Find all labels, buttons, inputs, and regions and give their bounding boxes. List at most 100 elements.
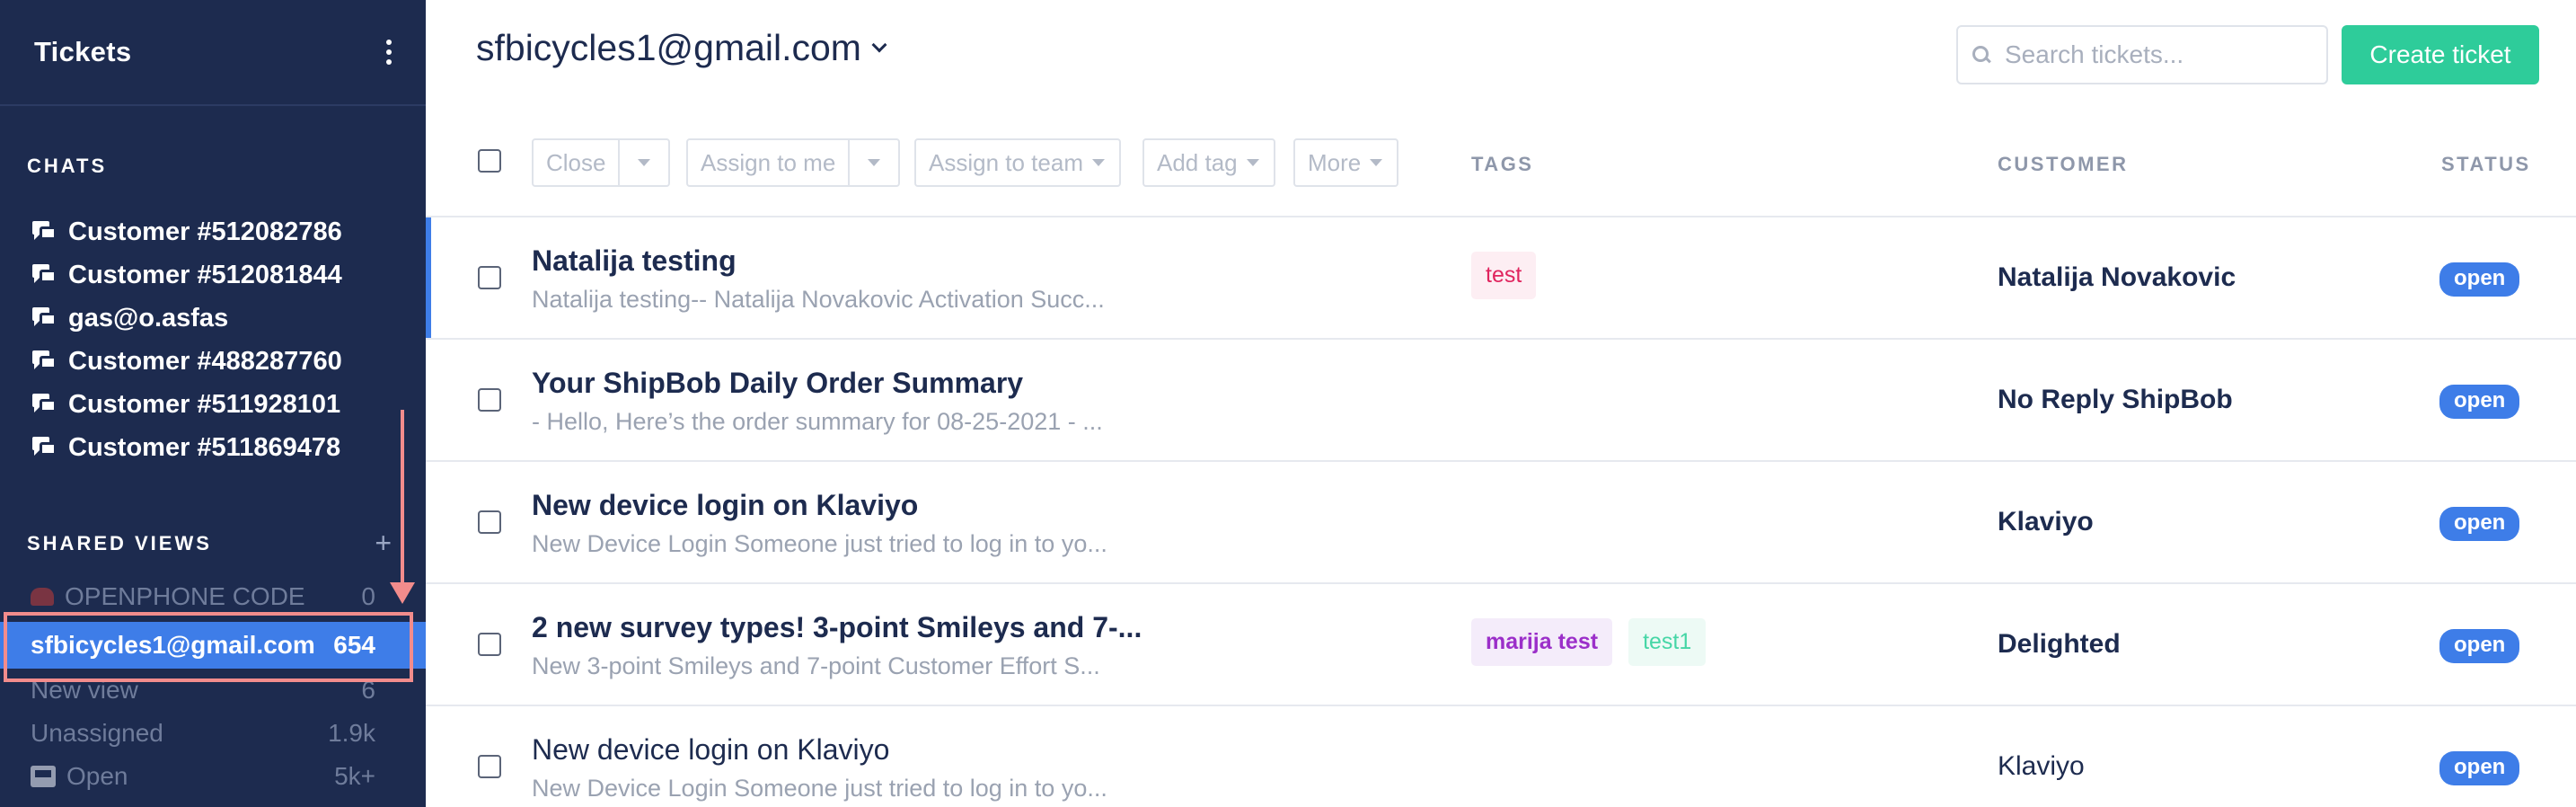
search-input[interactable]	[2005, 40, 2310, 69]
chat-bubble-icon	[32, 264, 57, 286]
ticket-subject[interactable]: Your ShipBob Daily Order Summary	[532, 367, 1023, 400]
ticket-customer[interactable]: Delighted	[1998, 629, 2121, 660]
tag-badge[interactable]: marija test	[1471, 618, 1613, 666]
ticket-customer[interactable]: Klaviyo	[1998, 507, 2094, 537]
chat-item[interactable]: Customer #512081844	[32, 253, 342, 297]
status-badge: open	[2439, 507, 2520, 541]
chat-item-label: Customer #511869478	[68, 432, 341, 462]
view-item-count: 6	[361, 676, 375, 704]
view-item-new-view[interactable]: New view 6	[0, 669, 426, 712]
chat-item[interactable]: Customer #511869478	[32, 426, 342, 469]
view-item-count: 654	[333, 631, 375, 659]
annotation-arrow-head	[390, 582, 415, 604]
sidebar-header: Tickets	[0, 0, 426, 106]
chat-item[interactable]: Customer #488287760	[32, 340, 342, 383]
status-badge: open	[2439, 262, 2520, 297]
assign-options-toggle[interactable]	[848, 140, 898, 185]
chat-bubble-icon	[32, 350, 57, 372]
ticket-tags: marija test test1	[1471, 618, 1707, 666]
more-options-icon[interactable]	[375, 34, 392, 70]
chat-list: Customer #512082786 Customer #512081844 …	[32, 210, 342, 469]
view-item-unassigned[interactable]: Unassigned 1.9k	[0, 712, 426, 755]
column-header-tags[interactable]: TAGS	[1471, 153, 1533, 176]
tag-badge[interactable]: test1	[1628, 618, 1707, 666]
close-button[interactable]: Close	[534, 140, 618, 185]
select-all-checkbox[interactable]	[478, 149, 501, 173]
view-item-sfbicycles[interactable]: sfbicycles1@gmail.com 654	[0, 622, 426, 669]
column-header-customer[interactable]: CUSTOMER	[1998, 153, 2129, 176]
view-item-count: 5k+	[334, 762, 375, 790]
ticket-subject[interactable]: New device login on Klaviyo	[532, 489, 918, 522]
view-item-label: Open	[66, 762, 128, 790]
chat-item[interactable]: Customer #512082786	[32, 210, 342, 253]
ticket-customer[interactable]: Klaviyo	[1998, 751, 2085, 782]
create-ticket-button[interactable]: Create ticket	[2342, 25, 2539, 84]
ticket-customer[interactable]: No Reply ShipBob	[1998, 385, 2233, 415]
row-checkbox[interactable]	[478, 755, 501, 778]
chat-item-label: gas@o.asfas	[68, 303, 229, 333]
phone-icon	[31, 588, 54, 606]
assign-to-me-split-button[interactable]: Assign to me	[686, 138, 901, 187]
ticket-subject[interactable]: New device login on Klaviyo	[532, 733, 889, 767]
view-item-open[interactable]: Open 5k+	[0, 755, 426, 798]
ticket-row[interactable]: Natalija testing Natalija testing-- Nata…	[426, 217, 2576, 340]
row-checkbox[interactable]	[478, 388, 501, 412]
ticket-row[interactable]: Your ShipBob Daily Order Summary - Hello…	[426, 340, 2576, 462]
ticket-customer[interactable]: Natalija Novakovic	[1998, 262, 2236, 293]
ticket-subject[interactable]: Natalija testing	[532, 244, 737, 278]
row-checkbox[interactable]	[478, 510, 501, 534]
view-item-label: Unassigned	[31, 719, 163, 747]
ticket-row[interactable]: New device login on Klaviyo New Device L…	[426, 706, 2576, 807]
more-label: More	[1308, 148, 1362, 176]
chat-item-label: Customer #488287760	[68, 346, 342, 376]
assign-to-team-dropdown[interactable]: Assign to team	[914, 138, 1121, 187]
caret-down-icon	[1091, 159, 1105, 166]
chat-bubble-icon	[32, 394, 57, 415]
ticket-row[interactable]: New device login on Klaviyo New Device L…	[426, 462, 2576, 584]
chat-item[interactable]: gas@o.asfas	[32, 297, 342, 340]
ticket-excerpt: New Device Login Someone just tried to l…	[532, 530, 1107, 557]
search-box[interactable]	[1956, 25, 2328, 84]
view-item-openphone-code[interactable]: OPENPHONE CODE 0	[0, 575, 426, 618]
add-view-icon[interactable]: +	[375, 527, 392, 560]
view-item-count: 0	[361, 582, 375, 610]
chat-bubble-icon	[32, 437, 57, 458]
more-dropdown[interactable]: More	[1293, 138, 1399, 187]
ticket-rows: Natalija testing Natalija testing-- Nata…	[426, 217, 2576, 807]
assign-to-me-button[interactable]: Assign to me	[688, 140, 848, 185]
view-title-dropdown[interactable]: sfbicycles1@gmail.com	[476, 27, 887, 69]
row-checkbox[interactable]	[478, 633, 501, 656]
chat-item[interactable]: Customer #511928101	[32, 383, 342, 426]
caret-down-icon	[868, 159, 881, 166]
row-checkbox[interactable]	[478, 266, 501, 289]
status-badge: open	[2439, 629, 2520, 663]
close-options-toggle[interactable]	[618, 140, 668, 185]
add-tag-dropdown[interactable]: Add tag	[1142, 138, 1275, 187]
view-item-label: sfbicycles1@gmail.com	[31, 631, 315, 659]
inbox-icon	[31, 766, 56, 787]
ticket-excerpt: New Device Login Someone just tried to l…	[532, 775, 1107, 802]
search-icon	[1972, 46, 1990, 64]
chat-item-label: Customer #511928101	[68, 389, 341, 419]
ticket-list-panel: sfbicycles1@gmail.com Create ticket Clos…	[426, 0, 2576, 807]
column-header-status[interactable]: STATUS	[2441, 153, 2531, 176]
sidebar: Tickets CHATS Customer #512082786 Custom…	[0, 0, 426, 807]
caret-down-icon	[638, 159, 651, 166]
close-split-button[interactable]: Close	[532, 138, 671, 187]
annotation-arrow-line	[401, 410, 404, 588]
chat-item-label: Customer #512081844	[68, 260, 342, 289]
ticket-subject[interactable]: 2 new survey types! 3-point Smileys and …	[532, 611, 1142, 644]
status-badge: open	[2439, 751, 2520, 785]
chat-bubble-icon	[32, 221, 57, 243]
shared-views-section-header: SHARED VIEWS +	[27, 527, 392, 560]
tag-badge[interactable]: test	[1471, 252, 1537, 299]
shared-views-list: OPENPHONE CODE 0 sfbicycles1@gmail.com 6…	[0, 575, 426, 798]
ticket-excerpt: - Hello, Here’s the order summary for 08…	[532, 408, 1103, 435]
view-item-label: OPENPHONE CODE	[65, 582, 305, 610]
shared-views-header-label: SHARED VIEWS	[27, 531, 212, 554]
bulk-actions-toolbar: Close Assign to me Assign to team Add ta…	[426, 106, 2576, 217]
caret-down-icon	[1246, 159, 1259, 166]
ticket-tags: test	[1471, 252, 1537, 299]
ticket-row[interactable]: 2 new survey types! 3-point Smileys and …	[426, 584, 2576, 706]
caret-down-icon	[1370, 159, 1383, 166]
